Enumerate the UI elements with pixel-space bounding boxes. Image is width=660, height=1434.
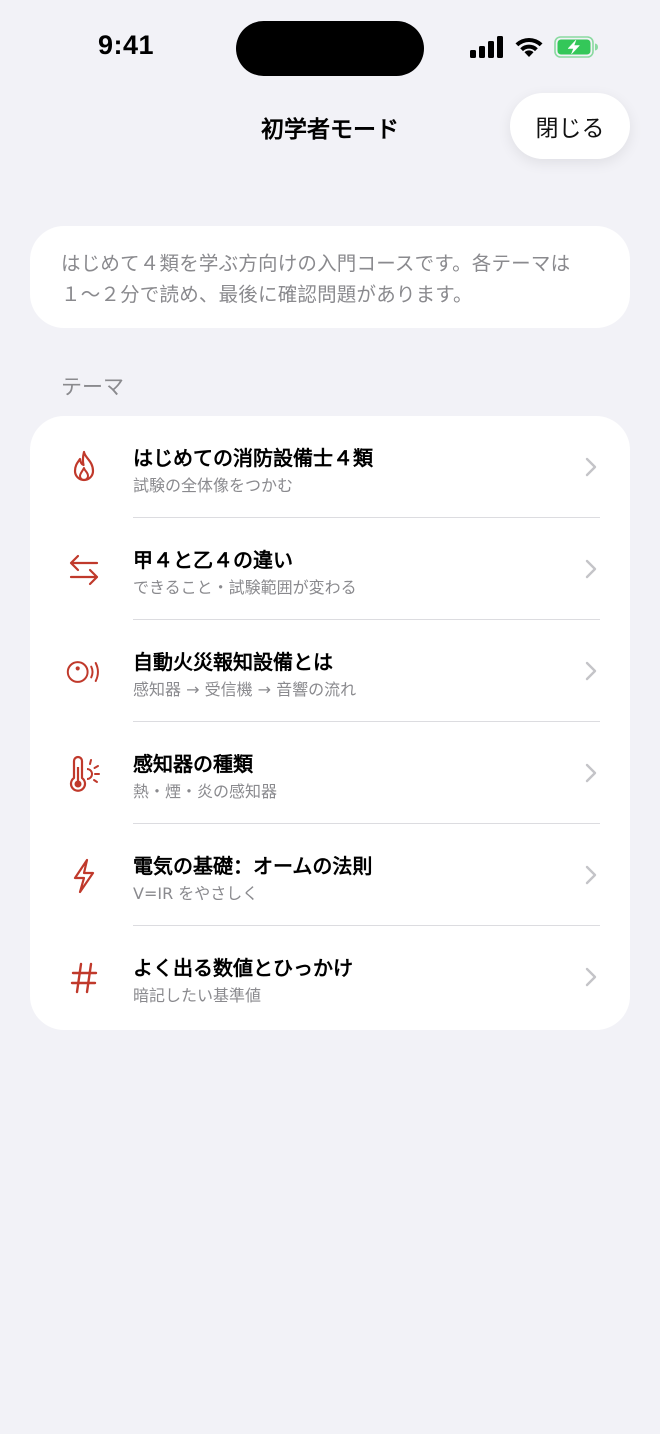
status-icons <box>470 36 600 62</box>
topic-row-common-numbers[interactable]: よく出る数値とひっかけ 暗記したい基準値 <box>30 926 630 1028</box>
chevron-right-icon <box>584 661 598 681</box>
bolt-icon <box>66 858 102 894</box>
topic-subtitle: V=IR をやさしく <box>133 884 259 903</box>
topic-subtitle: 熱・煙・炎の感知器 <box>133 782 278 801</box>
topic-subtitle: 暗記したい基準値 <box>133 986 262 1005</box>
dynamic-island <box>236 21 424 76</box>
close-button[interactable]: 閉じる <box>510 93 630 159</box>
flame-icon <box>66 450 102 486</box>
section-header: テーマ <box>61 375 124 399</box>
topic-title: 甲４と乙４の違い <box>133 548 293 572</box>
topic-subtitle: 試験の全体像をつかむ <box>133 476 294 495</box>
chevron-right-icon <box>584 457 598 477</box>
wifi-icon <box>514 36 544 62</box>
topics-list: はじめての消防設備士４類 試験の全体像をつかむ 甲４と乙４の違い できること・試… <box>30 416 630 1030</box>
screen: 9:41 初学者モード 閉じる はじめて４類を学ぶ方向けの入門コースです。各テー… <box>0 0 660 1434</box>
topic-row-ohms-law[interactable]: 電気の基礎：オームの法則 V=IR をやさしく <box>30 824 630 926</box>
topic-row-detector-types[interactable]: 感知器の種類 熱・煙・炎の感知器 <box>30 722 630 824</box>
number-sign-icon <box>66 960 102 996</box>
topic-title: 感知器の種類 <box>133 752 253 776</box>
battery-charging-icon <box>554 36 600 62</box>
topic-subtitle: できること・試験範囲が変わる <box>133 578 357 597</box>
intro-card: はじめて４類を学ぶ方向けの入門コースです。各テーマは１〜２分で読め、最後に確認問… <box>30 226 630 328</box>
topic-row-automatic-fire-alarm[interactable]: 自動火災報知設備とは 感知器 → 受信機 → 音響の流れ <box>30 620 630 722</box>
topic-row-beginner-guide[interactable]: はじめての消防設備士４類 試験の全体像をつかむ <box>30 416 630 518</box>
status-time: 9:41 <box>98 30 155 60</box>
cellular-signal-icon <box>470 36 504 62</box>
topic-subtitle: 感知器 → 受信機 → 音響の流れ <box>133 680 357 699</box>
chevron-right-icon <box>584 559 598 579</box>
topic-row-kou-otsu-difference[interactable]: 甲４と乙４の違い できること・試験範囲が変わる <box>30 518 630 620</box>
sensor-wave-icon <box>66 654 102 690</box>
arrows-swap-icon <box>66 552 102 588</box>
topic-title: よく出る数値とひっかけ <box>133 956 353 980</box>
chevron-right-icon <box>584 967 598 987</box>
topic-title: はじめての消防設備士４類 <box>133 446 373 470</box>
topic-title: 電気の基礎：オームの法則 <box>133 854 373 878</box>
topic-title: 自動火災報知設備とは <box>133 650 333 674</box>
status-bar: 9:41 <box>0 0 660 100</box>
chevron-right-icon <box>584 763 598 783</box>
intro-text: はじめて４類を学ぶ方向けの入門コースです。各テーマは１〜２分で読め、最後に確認問… <box>61 252 571 306</box>
thermometer-sun-icon <box>66 755 102 792</box>
chevron-right-icon <box>584 865 598 885</box>
